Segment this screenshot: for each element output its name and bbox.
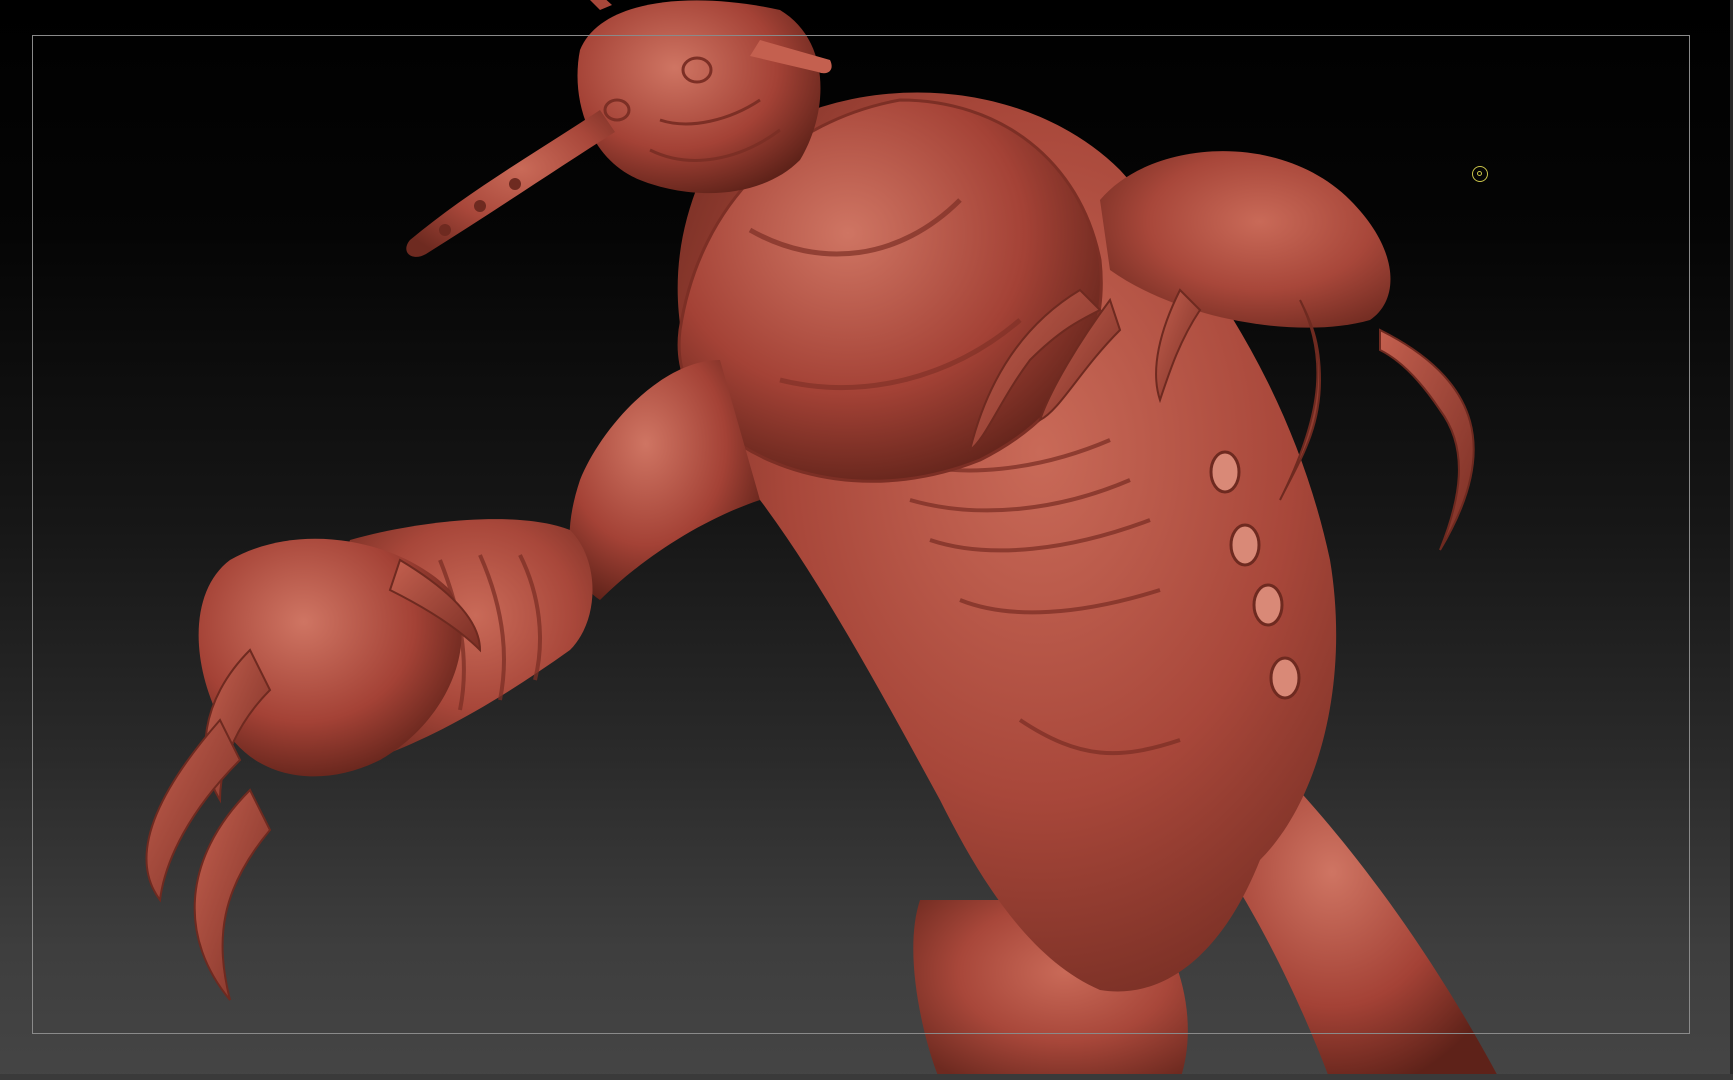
viewport-bottom-edge (0, 1074, 1733, 1080)
antenna-top (590, 0, 612, 10)
3d-viewport[interactable] (0, 0, 1733, 1080)
creature-sculpt-model[interactable] (0, 0, 1733, 1080)
head (577, 0, 821, 194)
pivot-target-icon[interactable] (1472, 166, 1488, 182)
